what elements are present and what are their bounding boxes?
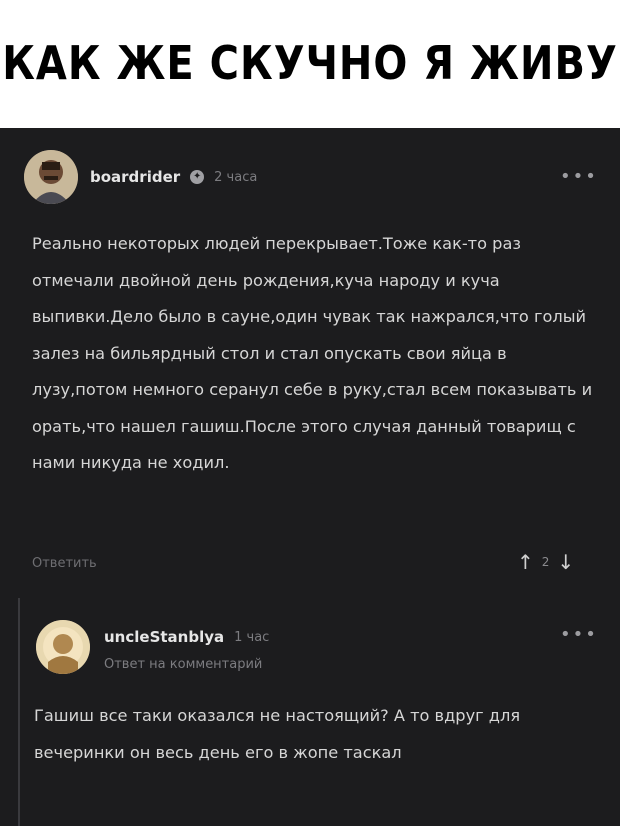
vote-count: 2 (541, 555, 550, 569)
comment-username[interactable]: boardrider (90, 168, 180, 186)
reply-subtitle[interactable]: Ответ на комментарий (104, 657, 262, 672)
reply-text: Гашиш все таки оказался не настоящий? А … (34, 706, 521, 762)
reply-avatar-image (36, 620, 90, 674)
comment-header: boardrider ✦ 2 часа (90, 168, 257, 186)
comment-time: 2 часа (214, 169, 258, 185)
reply-button[interactable]: Ответить (32, 556, 97, 571)
comment-text: Реально некоторых людей перекрывает.Тоже… (32, 234, 593, 472)
reply-avatar[interactable] (36, 620, 90, 674)
vote-control: ↑ 2 ↓ (517, 552, 574, 572)
downvote-icon[interactable]: ↓ (557, 552, 574, 572)
reply-header: uncleStanblya 1 час (104, 628, 269, 646)
reply-username[interactable]: uncleStanblya (104, 628, 224, 646)
verified-icon: ✦ (190, 170, 205, 184)
reply-more-options-icon[interactable]: ••• (560, 624, 598, 645)
thread-line (18, 598, 20, 826)
avatar[interactable] (24, 150, 78, 204)
reply-time: 1 час (234, 629, 270, 645)
more-options-icon[interactable]: ••• (560, 166, 598, 187)
meme-title: КАК ЖЕ СКУЧНО Я ЖИВУ (2, 37, 618, 91)
meme-header: КАК ЖЕ СКУЧНО Я ЖИВУ (0, 0, 620, 128)
avatar-image (24, 150, 78, 204)
upvote-icon[interactable]: ↑ (517, 552, 534, 572)
comment-thread: boardrider ✦ 2 часа ••• Реально некоторы… (0, 128, 620, 826)
